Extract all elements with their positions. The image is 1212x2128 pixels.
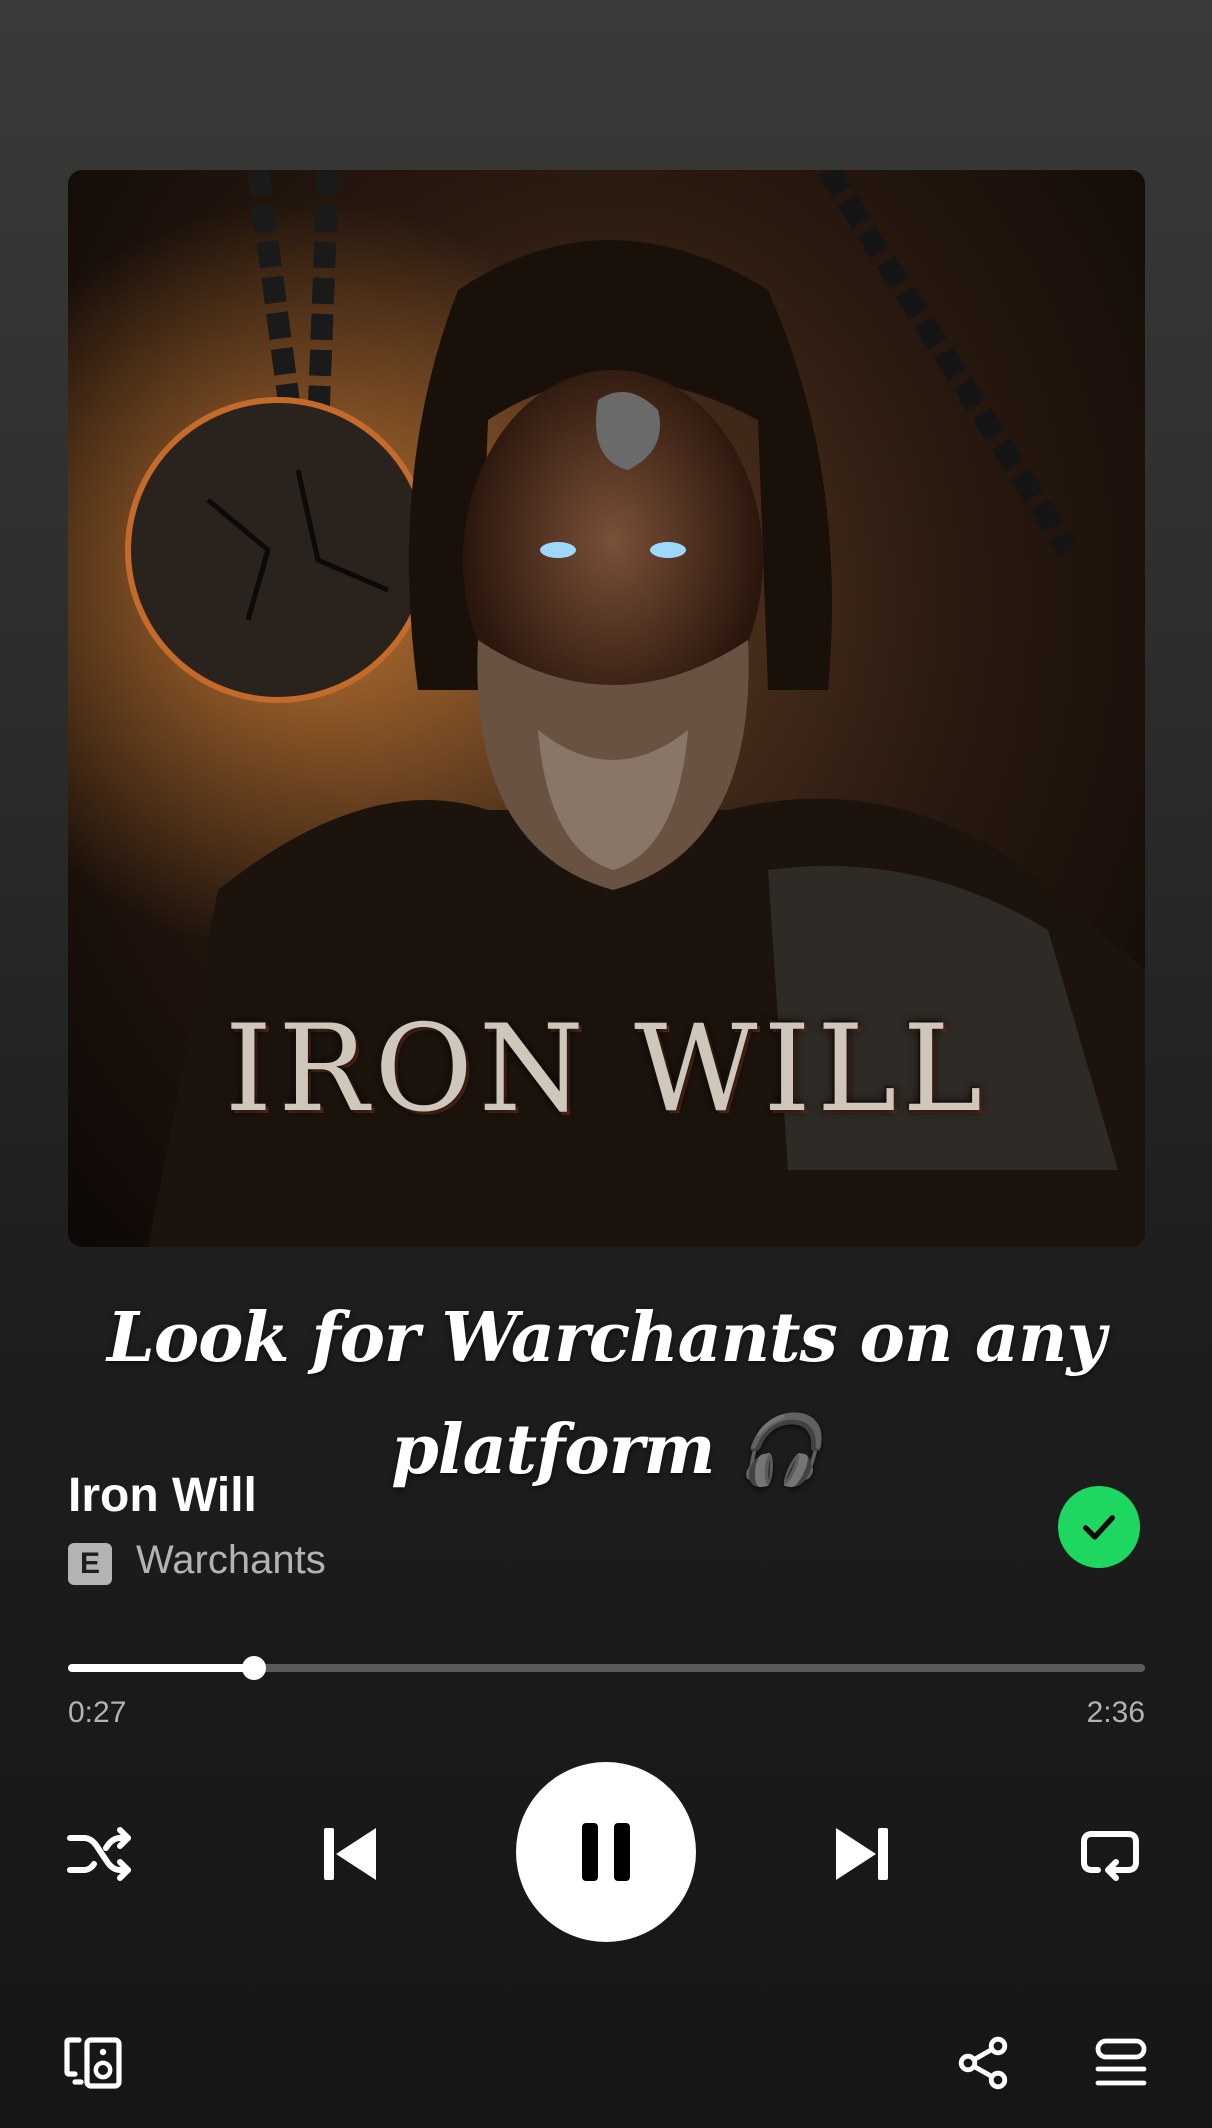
shuffle-icon bbox=[67, 1827, 131, 1881]
album-art-title: IRON WILL bbox=[224, 1000, 989, 1139]
previous-button[interactable] bbox=[308, 1812, 392, 1896]
album-artwork: IRON WILL bbox=[68, 170, 1145, 1247]
saved-check-button[interactable] bbox=[1058, 1486, 1140, 1568]
pause-button[interactable] bbox=[516, 1762, 696, 1942]
shuffle-button[interactable] bbox=[60, 1814, 140, 1894]
skip-next-icon bbox=[836, 1828, 888, 1880]
skip-previous-icon bbox=[324, 1828, 376, 1880]
total-duration: 2:36 bbox=[1086, 1696, 1145, 1729]
progress-bar[interactable] bbox=[68, 1656, 1145, 1680]
elapsed-time: 0:27 bbox=[68, 1696, 127, 1729]
next-button[interactable] bbox=[820, 1812, 904, 1896]
connect-device-button[interactable] bbox=[58, 2028, 128, 2098]
progress-handle[interactable] bbox=[242, 1656, 267, 1680]
queue-button[interactable] bbox=[1086, 2028, 1156, 2098]
repeat-button[interactable] bbox=[1070, 1814, 1150, 1894]
caption-line-1: Look for Warchants on any bbox=[107, 1298, 1106, 1378]
queue-icon bbox=[1095, 2038, 1147, 2086]
connect-device-icon bbox=[64, 2037, 122, 2089]
progress-fill bbox=[68, 1664, 255, 1672]
share-icon bbox=[958, 2036, 1008, 2090]
artist-name[interactable]: Warchants bbox=[136, 1538, 326, 1583]
track-title[interactable]: Iron Will bbox=[68, 1468, 257, 1523]
share-button[interactable] bbox=[948, 2028, 1018, 2098]
explicit-badge: E bbox=[68, 1543, 112, 1585]
check-icon bbox=[1083, 1515, 1115, 1540]
repeat-icon bbox=[1081, 1831, 1139, 1881]
pause-icon bbox=[582, 1823, 630, 1881]
